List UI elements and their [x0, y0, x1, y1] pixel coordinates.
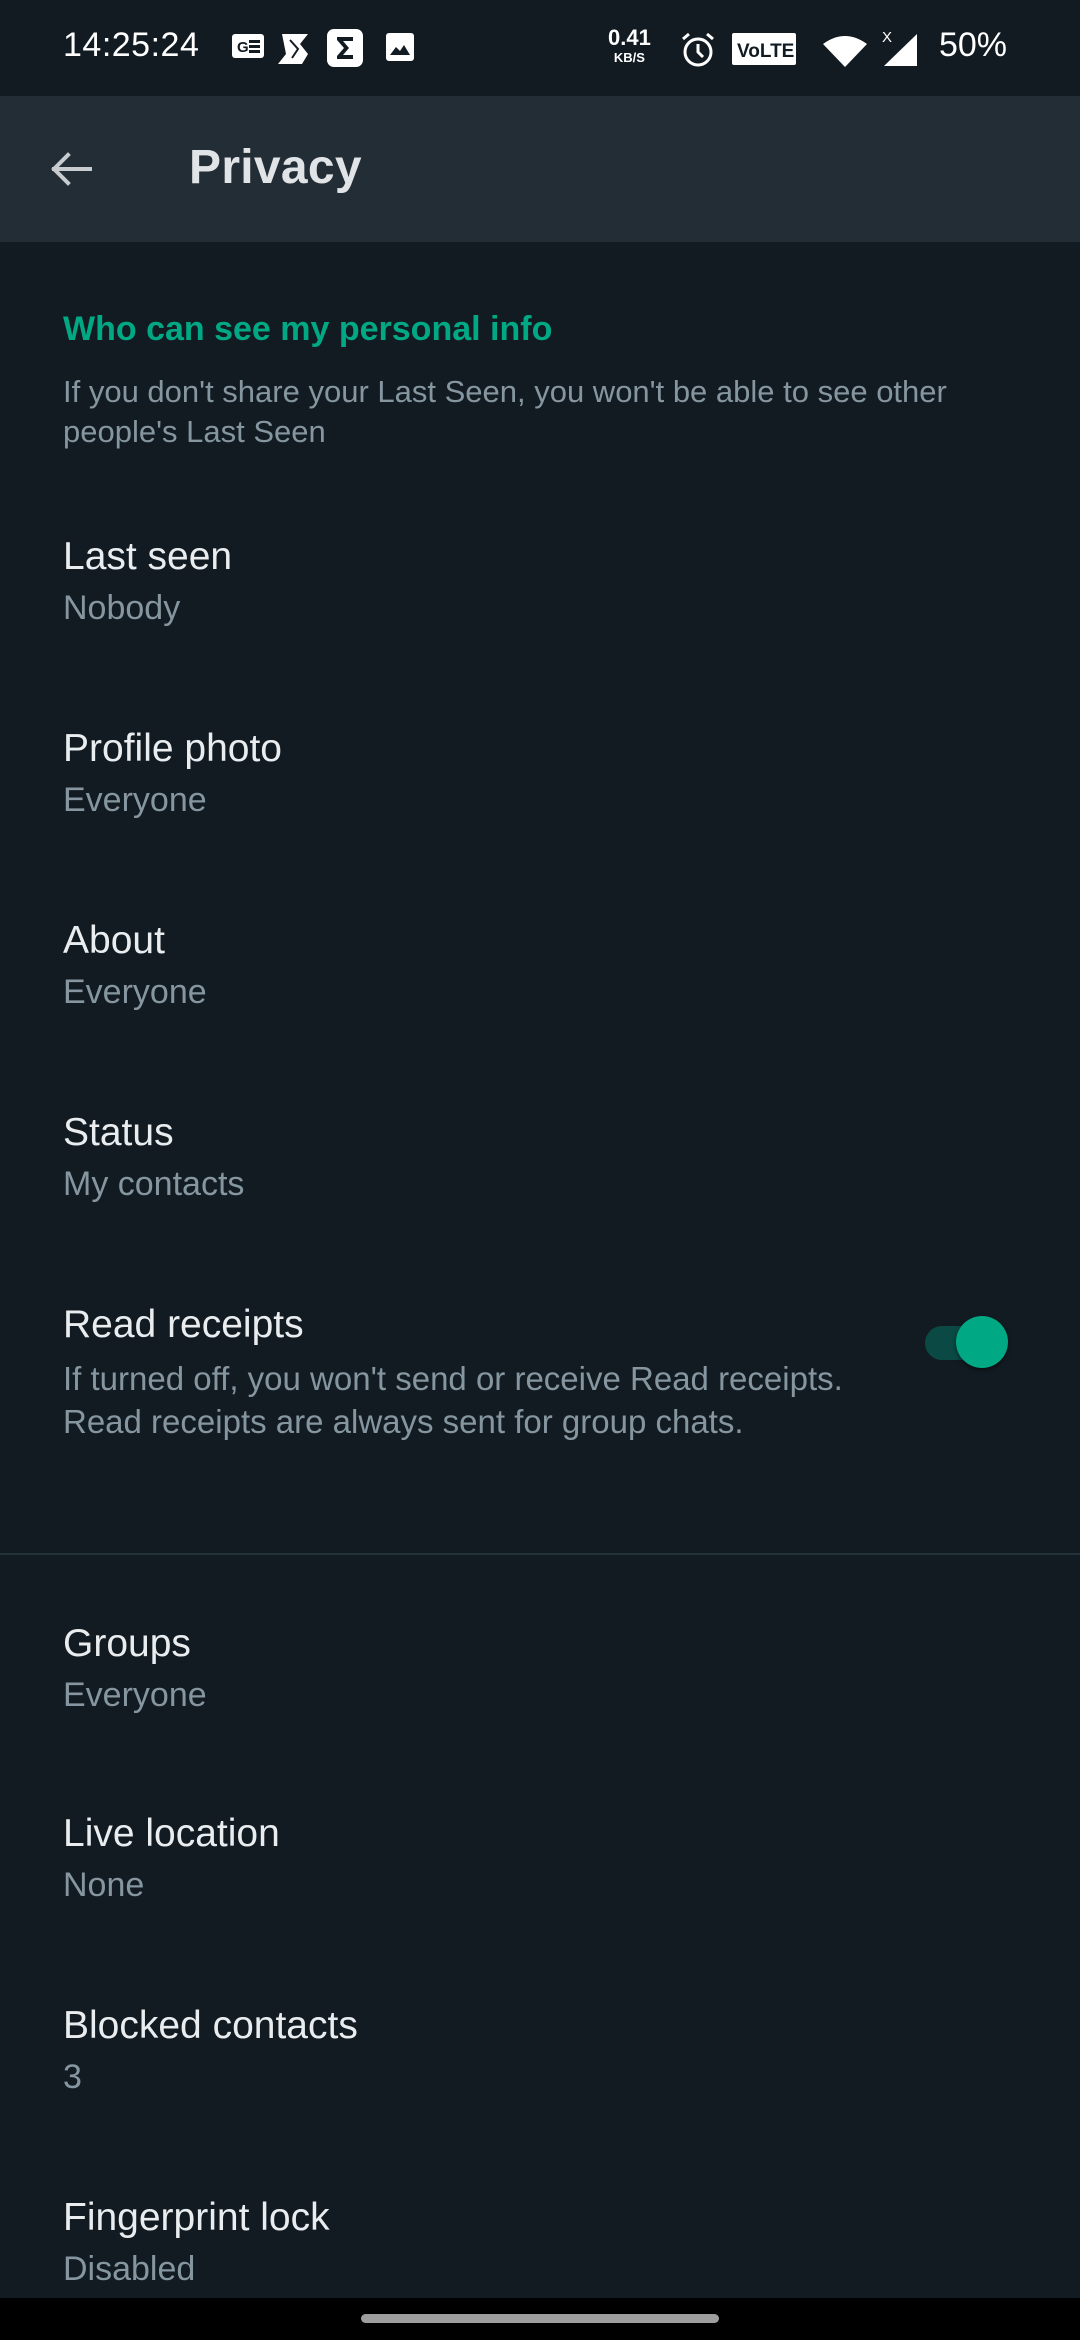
- setting-value: 3: [63, 2058, 82, 2096]
- network-speed: 0.41 KB/S: [608, 25, 651, 65]
- page-title: Privacy: [189, 141, 362, 194]
- toggle-thumb: [956, 1316, 1008, 1368]
- arrow-left-icon: [51, 152, 92, 186]
- back-button[interactable]: [40, 132, 114, 206]
- setting-title: About: [63, 919, 165, 962]
- svg-text:X: X: [882, 29, 892, 46]
- setting-last-seen[interactable]: Last seen Nobody: [0, 535, 1080, 655]
- news-icon: G: [231, 32, 265, 65]
- setting-value: Nobody: [63, 589, 181, 627]
- setting-read-receipts[interactable]: Read receipts If turned off, you won't s…: [0, 1303, 1080, 1503]
- setting-value: Everyone: [63, 1676, 207, 1714]
- setting-value: None: [63, 1866, 145, 1904]
- setting-title: Read receipts: [63, 1303, 304, 1346]
- setting-value: Disabled: [63, 2250, 196, 2288]
- volte-icon: VoLTE: [731, 32, 797, 71]
- sigma-app-icon: [326, 28, 364, 73]
- section-description: If you don't share your Last Seen, you w…: [63, 374, 947, 449]
- navigation-bar: [0, 2298, 1080, 2340]
- setting-value: My contacts: [63, 1165, 245, 1203]
- setting-about[interactable]: About Everyone: [0, 919, 1080, 1039]
- section-header: Who can see my personal info: [63, 310, 553, 348]
- setting-title: Last seen: [63, 535, 233, 578]
- setting-title: Groups: [63, 1622, 191, 1665]
- setting-value: Everyone: [63, 781, 207, 819]
- read-receipts-toggle[interactable]: [925, 1314, 1011, 1370]
- svg-text:G: G: [237, 39, 249, 56]
- gesture-handle[interactable]: [361, 2314, 719, 2323]
- setting-blocked-contacts[interactable]: Blocked contacts 3: [0, 2004, 1080, 2124]
- setting-status[interactable]: Status My contacts: [0, 1111, 1080, 1231]
- s-app-icon: [276, 32, 310, 71]
- svg-text:VoLTE: VoLTE: [737, 41, 794, 62]
- setting-live-location[interactable]: Live location None: [0, 1812, 1080, 1932]
- setting-fingerprint-lock[interactable]: Fingerprint lock Disabled: [0, 2196, 1080, 2296]
- setting-title: Blocked contacts: [63, 2004, 358, 2047]
- signal-icon: X: [880, 28, 920, 73]
- status-bar: 14:25:24 G 0.41 KB/S VoLTE X 50%: [0, 0, 1080, 96]
- setting-groups[interactable]: Groups Everyone: [0, 1622, 1080, 1742]
- status-time: 14:25:24: [63, 26, 200, 64]
- setting-title: Live location: [63, 1812, 280, 1855]
- gallery-icon: [385, 32, 415, 67]
- setting-title: Profile photo: [63, 727, 282, 770]
- section-divider: [0, 1553, 1080, 1555]
- battery-level: 50%: [938, 26, 1007, 64]
- setting-description: If turned off, you won't send or receive…: [63, 1360, 843, 1440]
- setting-profile-photo[interactable]: Profile photo Everyone: [0, 727, 1080, 847]
- setting-title: Status: [63, 1111, 174, 1154]
- wifi-icon: [820, 32, 870, 73]
- alarm-icon: [678, 30, 718, 75]
- setting-value: Everyone: [63, 973, 207, 1011]
- setting-title: Fingerprint lock: [63, 2196, 330, 2239]
- app-bar: Privacy: [0, 96, 1080, 242]
